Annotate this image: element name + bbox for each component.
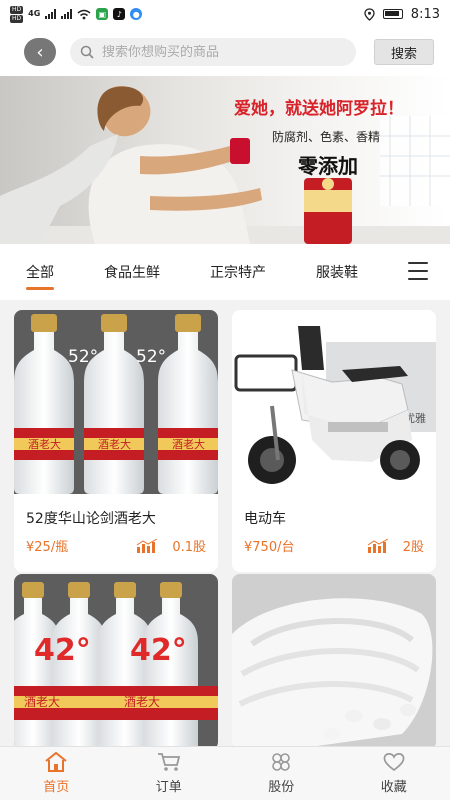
battery-icon	[382, 9, 403, 19]
status-icons-left: HD HD 4G ▣ ♪ ●	[10, 5, 143, 23]
nav-orders-label: 订单	[155, 780, 182, 795]
chevron-left-icon: ‹	[36, 41, 44, 63]
network-type: 4G	[28, 9, 41, 18]
product-share: 0.1股	[172, 540, 206, 555]
status-icons-right: 8:13	[364, 7, 440, 22]
tab-food-fresh[interactable]: 食品生鲜	[104, 244, 160, 300]
nav-shares[interactable]: 股份	[225, 747, 338, 800]
nav-favorites-label: 收藏	[380, 780, 407, 795]
bottle-label-3: 酒老大	[172, 437, 205, 451]
promo-banner[interactable]: 爱她，就送她阿罗拉！ 防腐剂、色素、香精 零添加	[0, 76, 450, 244]
degree-label-2: 52°	[136, 347, 166, 367]
banner-tagline: 零添加	[298, 154, 358, 178]
banner-subline: 防腐剂、色素、香精	[272, 130, 381, 144]
product-name: 电动车	[244, 511, 286, 527]
hd-icon: HD HD	[10, 5, 24, 23]
home-icon	[45, 752, 67, 772]
nav-home[interactable]: 首页	[0, 747, 113, 800]
bottle-label: 酒老大	[24, 695, 60, 709]
product-card[interactable]: 优雅 电动车 ¥750/台 2股	[232, 310, 436, 572]
tiktok-icon: ♪	[113, 8, 126, 20]
tab-clothing[interactable]: 服装鞋	[316, 244, 360, 300]
tab-all[interactable]: 全部	[26, 244, 54, 300]
degree-label-2: 42°	[130, 633, 187, 668]
product-meta: ¥25/瓶 0.1股	[14, 528, 218, 555]
back-button[interactable]: ‹	[24, 38, 56, 66]
nav-orders[interactable]: 订单	[113, 747, 226, 800]
product-meta: ¥750/台 2股	[232, 528, 436, 555]
product-image: 52° 52° 酒老大 酒老大 酒老大	[14, 310, 218, 494]
category-tabs: 全部 食品生鲜 正宗特产 服装鞋	[0, 244, 450, 300]
degree-label: 42°	[34, 633, 91, 668]
product-card[interactable]: 42° 42° 酒老大 酒老大	[14, 574, 218, 750]
product-price: ¥750/台	[244, 540, 295, 555]
chart-icon	[367, 538, 388, 553]
product-image	[232, 574, 436, 750]
bottle-label-2: 酒老大	[124, 695, 160, 709]
location-icon	[364, 7, 375, 21]
cart-icon	[157, 753, 180, 771]
app-screen: HD HD 4G ▣ ♪ ● 8:13 ‹ 搜索你想购买的商品 搜索 爱她，就送…	[0, 0, 450, 800]
search-icon	[80, 45, 94, 59]
nav-home-label: 首页	[43, 780, 70, 795]
product-share: 2股	[402, 540, 424, 555]
nav-favorites[interactable]: 收藏	[338, 747, 450, 800]
product-price: ¥25/瓶	[26, 540, 69, 555]
clover-icon	[272, 753, 291, 771]
status-bar: HD HD 4G ▣ ♪ ● 8:13	[0, 0, 450, 28]
tab-local-specialty[interactable]: 正宗特产	[210, 244, 266, 300]
nav-shares-label: 股份	[268, 780, 295, 795]
signal-icon-2	[61, 9, 73, 19]
degree-label: 52°	[68, 347, 98, 367]
header: ‹ 搜索	[0, 28, 450, 76]
banner-headline: 爱她，就送她阿罗拉！	[234, 99, 404, 119]
product-card[interactable]: 52° 52° 酒老大 酒老大 酒老大 52度华山论剑酒老大 ¥25/瓶 0.1…	[14, 310, 218, 572]
bottle-label-2: 酒老大	[98, 437, 131, 451]
category-menu-icon[interactable]	[408, 262, 428, 280]
product-image: 优雅	[232, 310, 436, 494]
product-name: 52度华山论剑酒老大	[26, 511, 156, 527]
chart-icon	[137, 538, 158, 553]
bottle-group	[14, 314, 218, 494]
bottle-label: 酒老大	[28, 437, 61, 451]
signal-icon	[45, 9, 57, 19]
search-input[interactable]	[102, 44, 332, 60]
clock: 8:13	[410, 6, 440, 22]
product-image: 42° 42° 酒老大 酒老大	[14, 574, 218, 750]
heart-icon	[383, 753, 405, 772]
message-icon: ●	[130, 8, 143, 20]
bottom-nav: 首页 订单 股份 收藏	[0, 746, 450, 800]
app-notification-icon: ▣	[96, 8, 109, 20]
search-button[interactable]: 搜索	[374, 39, 434, 65]
wifi-icon	[77, 9, 91, 19]
product-card[interactable]	[232, 574, 436, 750]
search-bar[interactable]	[70, 38, 356, 66]
